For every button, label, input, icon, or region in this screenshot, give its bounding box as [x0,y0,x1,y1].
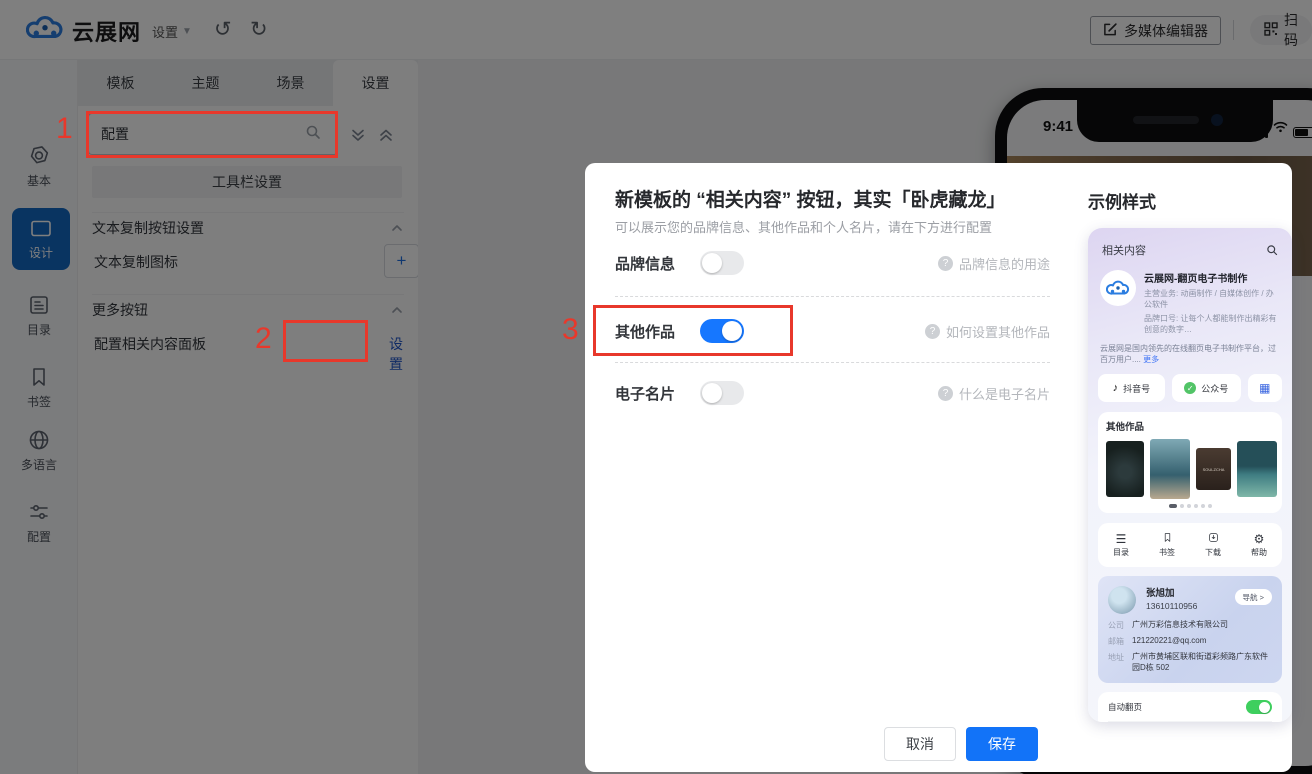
list-icon: ☰ [1098,533,1144,545]
e-card-row: 电子名片 ? 什么是电子名片 [615,371,1050,415]
field-value: 广州市黄埔区联和街道彩频路广东软件园D栋 502 [1132,652,1272,674]
help-label: 如何设置其他作品 [946,322,1050,341]
field-value: 广州万彩信息技术有限公司 [1132,620,1228,631]
annotation-box-3 [593,305,793,356]
card-email-row: 邮箱 121220221@qq.com [1108,636,1272,647]
nav-label: 下载 [1190,547,1236,558]
avatar [1108,586,1136,614]
nav-label: 帮助 [1236,547,1282,558]
navigate-button[interactable]: 导航 > [1235,589,1272,605]
work-cover[interactable] [1150,439,1190,499]
save-button[interactable]: 保存 [966,727,1038,761]
app-root: 云展网 设置 ▼ ↺ ↻ 多媒体编辑器 [0,0,1312,774]
nav-download[interactable]: 下载 [1190,532,1236,558]
divider [615,296,1050,297]
preview-header: 相关内容 [1098,240,1282,260]
qr-code-icon: ▦ [1259,381,1270,395]
auto-flip-row: 自动翻页 [1108,694,1272,721]
brand-desc-text: 云展网是国内领先的在线翻页电子书制作平台，过百万用户.... [1100,344,1276,364]
bookmark-icon [1144,532,1190,545]
brand-info-help-link[interactable]: ? 品牌信息的用途 [938,254,1050,273]
help-icon: ? [938,256,953,271]
brand-line2: 品牌口号: 让每个人都能制作出精彩有创意的数字… [1144,313,1280,335]
business-card: 张旭加 13610110956 导航 > 公司 广州万彩信息技术有限公司 邮箱 … [1098,576,1282,683]
work-cover[interactable]: SOULZCHA [1196,448,1231,490]
brand-info-row: 品牌信息 ? 品牌信息的用途 [615,241,1050,285]
row-label: 品牌信息 [615,253,700,274]
preview-title: 示例样式 [1088,188,1156,213]
annotation-number-3: 3 [562,313,579,347]
auto-flip-toggle[interactable] [1246,700,1272,714]
field-label: 邮箱 [1108,636,1126,647]
brand-logo-icon [1100,270,1136,306]
brand-name: 云展网-翻页电子书制作 [1144,270,1280,285]
help-label: 什么是电子名片 [959,384,1050,403]
field-label: 地址 [1108,652,1126,674]
flip-sound-row: 翻页声音 [1108,721,1272,722]
brand-info-toggle[interactable] [700,251,744,275]
help-icon: ? [925,324,940,339]
modal-title: 新模板的 “相关内容” 按钮，其实「卧虎藏龙」 [615,185,1006,212]
social-label: 抖音号 [1123,382,1150,395]
help-label: 品牌信息的用途 [959,254,1050,273]
preview-header-label: 相关内容 [1102,242,1146,258]
douyin-button[interactable]: ♪ 抖音号 [1098,374,1165,402]
wechat-official-button[interactable]: ✓ 公众号 [1172,374,1241,402]
nav-label: 目录 [1098,547,1144,558]
help-icon: ? [938,386,953,401]
annotation-number-1: 1 [56,112,73,146]
brand-line1: 主营业务: 动画制作 / 自媒体创作 / 办公软件 [1144,288,1280,310]
work-cover[interactable] [1106,441,1144,497]
related-content-modal: 新模板的 “相关内容” 按钮，其实「卧虎藏龙」 可以展示您的品牌信息、其他作品和… [585,163,1292,772]
social-label: 公众号 [1201,382,1228,395]
wechat-official-icon: ✓ [1184,382,1196,394]
gear-icon: ⚙ [1236,533,1282,545]
divider [615,362,1050,363]
field-label: 公司 [1108,620,1126,631]
cancel-button[interactable]: 取消 [884,727,956,761]
other-works-help-link[interactable]: ? 如何设置其他作品 [925,322,1050,341]
preview-toggles-card: 自动翻页 翻页声音 背景音乐 [1098,692,1282,722]
annotation-box-1 [86,111,338,158]
e-card-toggle[interactable] [700,381,744,405]
row-label: 电子名片 [615,383,700,404]
works-thumbnails: SOULZCHA [1106,439,1274,499]
annotation-box-2 [283,320,368,362]
card-company-row: 公司 广州万彩信息技术有限公司 [1108,620,1272,631]
preview-nav-card: ☰ 目录 书签 下载 ⚙ 帮助 [1098,523,1282,567]
other-works-title: 其他作品 [1106,419,1274,433]
brand-block: 云展网-翻页电子书制作 主营业务: 动画制作 / 自媒体创作 / 办公软件 品牌… [1098,270,1282,335]
modal-subtitle: 可以展示您的品牌信息、其他作品和个人名片，请在下方进行配置 [615,217,992,236]
preview-card: 相关内容 云展网-翻页电子书制作 主营业务: 动画制作 / 自媒体创作 / 办公… [1088,228,1292,722]
card-address-row: 地址 广州市黄埔区联和街道彩频路广东软件园D栋 502 [1108,652,1272,674]
pagination-dots[interactable] [1106,504,1274,508]
nav-catalog[interactable]: ☰ 目录 [1098,533,1144,558]
search-icon[interactable] [1266,244,1278,256]
toggle-label: 自动翻页 [1108,701,1142,713]
brand-desc: 云展网是国内领先的在线翻页电子书制作平台，过百万用户.... 更多 [1098,343,1282,365]
social-buttons: ♪ 抖音号 ✓ 公众号 ▦ [1098,374,1282,402]
other-works-card: 其他作品 SOULZCHA [1098,412,1282,513]
more-link[interactable]: 更多 [1143,355,1159,364]
nav-bookmark[interactable]: 书签 [1144,532,1190,558]
download-icon [1190,532,1236,545]
nav-label: 书签 [1144,547,1190,558]
douyin-icon: ♪ [1113,382,1119,394]
nav-help[interactable]: ⚙ 帮助 [1236,533,1282,558]
field-value: 121220221@qq.com [1132,636,1206,647]
qr-button[interactable]: ▦ [1248,374,1282,402]
work-cover[interactable] [1237,441,1277,497]
annotation-number-2: 2 [255,322,272,356]
e-card-help-link[interactable]: ? 什么是电子名片 [938,384,1050,403]
